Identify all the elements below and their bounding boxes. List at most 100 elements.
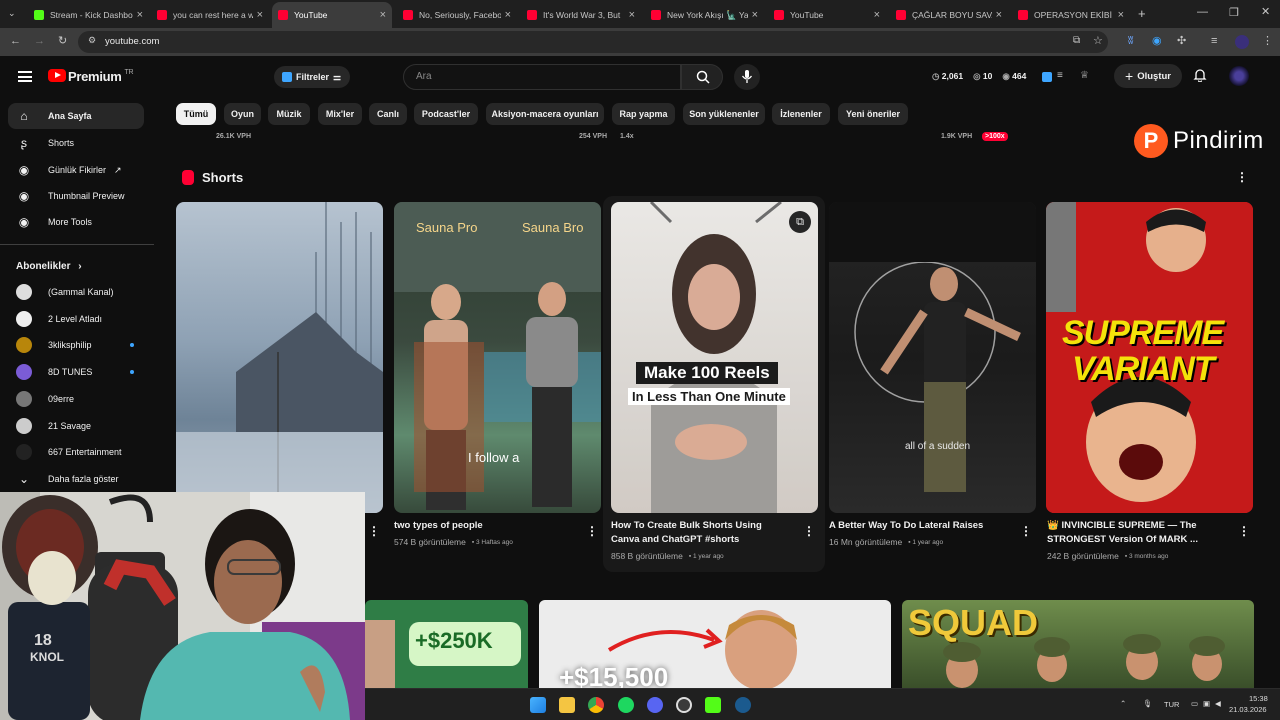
brand-title[interactable]: Premium TR [68,69,134,84]
tab-close-icon[interactable]: × [996,9,1002,21]
browser-tab[interactable]: YouTube × [272,2,392,28]
filter-chip[interactable]: Oyun [224,103,261,125]
extensions-puzzle-icon[interactable]: ✣ [1177,36,1186,47]
create-button[interactable]: + Oluştur [1114,64,1182,88]
tab-close-icon[interactable]: × [257,9,263,21]
trophy-icon[interactable]: ♕ [1080,71,1089,81]
tab-close-icon[interactable]: × [505,9,511,21]
filter-chip[interactable]: Mix'ler [318,103,362,125]
forward-icon[interactable]: → [34,36,45,47]
subscription-item[interactable]: 8D TUNES [8,359,144,385]
tab-close-icon[interactable]: × [752,9,758,21]
filter-chip[interactable]: Aksiyon-macera oyunları [486,103,604,125]
tray-chevron-icon[interactable]: ⌃ [1120,699,1126,708]
site-info-icon[interactable]: ⚙ [88,36,96,45]
install-icon[interactable]: ⧉ [1073,36,1080,46]
subscription-item[interactable]: 667 Entertainment [8,439,144,465]
spotify-icon[interactable] [618,697,634,713]
extension-blue-icon[interactable] [1042,72,1052,82]
video-thumbnail-a[interactable]: +$250K [365,600,528,688]
filter-chip[interactable]: Canlı [369,103,407,125]
filter-chip[interactable]: Son yüklenenler [683,103,765,125]
browser-menu-icon[interactable]: ⋮ [1262,36,1273,47]
short-3-more-icon[interactable]: ⋮ [803,524,815,538]
kick-icon[interactable] [705,697,721,713]
short-5-more-icon[interactable]: ⋮ [1238,524,1250,538]
profile-avatar-icon[interactable] [1235,35,1249,49]
browser-tab[interactable]: Stream - Kick Dashbo × [28,2,149,28]
filter-chip[interactable]: Rap yapma [612,103,675,125]
account-avatar[interactable] [1229,66,1249,86]
search-input[interactable]: Ara [403,64,681,90]
obs-icon[interactable] [676,697,692,713]
language-indicator[interactable]: TUR [1164,700,1179,709]
tab-close-icon[interactable]: × [874,9,880,21]
clock-time[interactable]: 15:38 [1249,694,1268,703]
browser-tab[interactable]: OPERASYON EKİBİ S/ × [1012,2,1130,28]
reload-icon[interactable]: ↻ [58,36,67,47]
sidebar-item[interactable]: ⌂ Ana Sayfa [8,103,144,129]
subscription-item[interactable]: 21 Savage [8,413,144,439]
restore-icon[interactable]: ❐ [1229,8,1239,19]
tab-menu-icon[interactable]: ⌄ [8,9,16,18]
chrome-icon[interactable] [588,697,604,713]
short-thumbnail-5[interactable]: SUPREME VARIANT [1046,202,1253,513]
back-icon[interactable]: ← [10,36,21,47]
tray-display-icon[interactable]: ▭ [1191,699,1198,708]
video-thumbnail-c[interactable]: SQUAD [902,600,1254,688]
sidebar-item[interactable]: ʂ Shorts [8,130,144,156]
filter-chip[interactable]: Müzik [268,103,310,125]
tab-close-icon[interactable]: × [1118,9,1124,21]
steam-icon[interactable] [735,697,751,713]
new-tab-icon[interactable]: + [1138,7,1146,20]
minimize-icon[interactable]: — [1197,7,1208,18]
subscriptions-heading[interactable]: Abonelikler › [16,261,82,272]
short-5-title[interactable]: 👑 INVINCIBLE SUPREME — The STRONGEST Ver… [1047,519,1227,547]
search-button[interactable] [681,64,723,90]
browser-tab[interactable]: you can rest here a w × [151,2,269,28]
voice-search-button[interactable] [734,64,760,90]
browser-tab[interactable]: YouTube × [768,2,886,28]
start-windows-icon[interactable] [530,697,546,713]
short-4-title[interactable]: A Better Way To Do Lateral Raises [829,519,1009,533]
extension-badge-icon[interactable]: ◉ [1152,36,1162,47]
clock-date[interactable]: 21.03.2026 [1229,705,1267,714]
filter-chip[interactable]: Podcast'ler [414,103,478,125]
close-window-icon[interactable]: ✕ [1261,7,1270,18]
filter-chip[interactable]: Tümü [176,103,216,125]
youtube-logo-icon[interactable] [48,69,66,82]
short-2-more-icon[interactable]: ⋮ [586,524,598,538]
subscription-item[interactable]: 09erre [8,386,144,412]
file-explorer-icon[interactable] [559,697,575,713]
tray-network-icon[interactable]: ▣ [1203,699,1210,708]
short-1-more-icon[interactable]: ⋮ [368,524,380,538]
tab-close-icon[interactable]: × [380,9,386,21]
short-4-more-icon[interactable]: ⋮ [1020,524,1032,538]
short-2-title[interactable]: two types of people [394,519,574,533]
subscription-item[interactable]: 3kliksphilip [8,332,144,358]
sidebar-item[interactable]: ◉ More Tools [8,209,144,235]
video-thumbnail-b[interactable]: +$15,500 [539,600,891,688]
browser-tab[interactable]: ÇAĞLAR BOYU SAVA × [890,2,1008,28]
filter-chip[interactable]: Yeni öneriler [838,103,908,125]
discord-icon[interactable] [647,697,663,713]
list-icon[interactable]: ≡ [1057,71,1063,81]
short-thumbnail-2[interactable]: Sauna Pro Sauna Bro I follow a [394,202,601,513]
sidebar-item[interactable]: ◉ Thumbnail Preview [8,183,144,209]
short-3-title[interactable]: How To Create Bulk Shorts Using Canva an… [611,519,791,547]
notifications-bell-icon[interactable] [1193,68,1207,82]
address-bar[interactable]: ⚙ youtube.com ⧉ ☆ [78,31,1108,53]
short-thumbnail-1[interactable] [176,202,383,513]
shorts-more-icon[interactable]: ⋮ [1236,170,1248,184]
short-thumbnail-4[interactable]: all of a sudden [829,202,1036,513]
subscription-item[interactable]: (Gammal Kanal) [8,279,144,305]
browser-tab[interactable]: No, Seriously, Facebo × [397,2,517,28]
extension-wave-icon[interactable]: ʬ [1128,36,1133,47]
menu-icon[interactable] [18,71,32,82]
browser-tab[interactable]: New York Akışı 🗽 Ya × [645,2,764,28]
tab-close-icon[interactable]: × [137,9,143,21]
sidebar-item[interactable]: ◉ Günlük Fikirler ↗ [8,157,144,183]
show-more-button[interactable]: ⌄ Daha fazla göster [8,466,144,492]
tray-mic-icon[interactable]: 🎙 [1143,699,1153,708]
bookmark-star-icon[interactable]: ☆ [1093,36,1103,47]
